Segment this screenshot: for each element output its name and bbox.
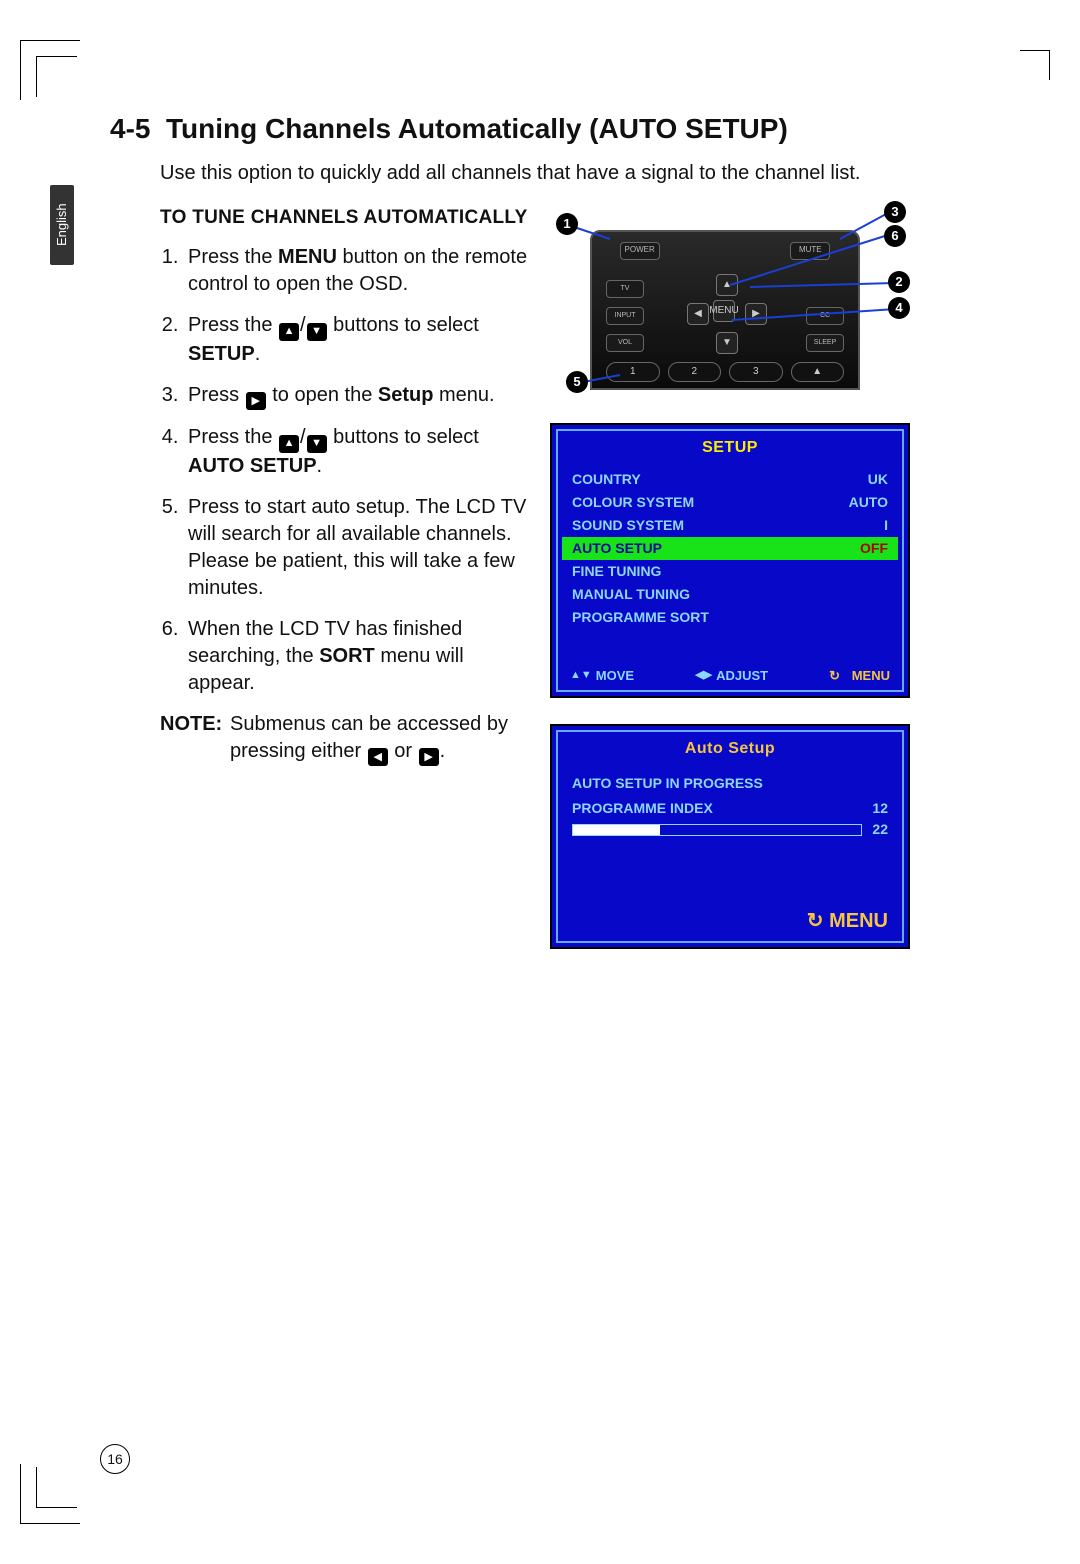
osd1-title: SETUP — [562, 437, 898, 459]
crop-mark-tr — [1020, 50, 1050, 80]
osd2-channel-value: 22 — [872, 820, 888, 839]
step-3: Press to open the Setup menu. — [184, 382, 530, 410]
mute-button: MUTE — [790, 242, 830, 260]
crop-mark-bl — [20, 1464, 80, 1524]
page-content: 4-5 Tuning Channels Automatically (AUTO … — [110, 110, 940, 975]
osd2-footer: ↻ MENU — [562, 902, 898, 937]
right-icon — [246, 392, 266, 410]
language-tab: English — [50, 185, 74, 265]
osd2-prog-label: PROGRAMME INDEX — [572, 799, 713, 818]
callout-2: 2 — [888, 271, 910, 293]
step-6: When the LCD TV has finished searching, … — [184, 616, 530, 697]
crop-mark-tl — [20, 40, 80, 100]
callout-3: 3 — [884, 201, 906, 223]
osd1-row-autosetup: AUTO SETUPOFF — [562, 537, 898, 560]
osd1-row-sound: SOUND SYSTEMI — [562, 514, 898, 537]
remote-num-1: 1 — [606, 362, 660, 382]
osd1-row-sort: PROGRAMME SORT — [562, 606, 898, 629]
osd2-title: Auto Setup — [562, 738, 898, 760]
note-label: NOTE: — [160, 711, 230, 766]
dpad-left: ◀ — [687, 303, 709, 325]
osd1-row-colour: COLOUR SYSTEMAUTO — [562, 491, 898, 514]
intro-text: Use this option to quickly add all chann… — [160, 160, 940, 187]
osd1-footer: ▲▼MOVE ◀▶ADJUST ↻ MENU — [562, 659, 898, 687]
cc-button: CC — [806, 307, 844, 325]
remote-body: POWER MUTE TV INPUT VOL CC SLEEP ▲ ▼ ◀ ▶… — [590, 230, 860, 390]
section-number: 4-5 — [110, 113, 150, 144]
osd1-row-country: COUNTRYUK — [562, 468, 898, 491]
input-button: INPUT — [606, 307, 644, 325]
osd1-row-manual: MANUAL TUNING — [562, 583, 898, 606]
power-button: POWER — [620, 242, 660, 260]
step-4: Press the / buttons to select AUTO SETUP… — [184, 424, 530, 479]
section-heading: 4-5 Tuning Channels Automatically (AUTO … — [110, 110, 940, 148]
dpad-right: ▶ — [745, 303, 767, 325]
step-2: Press the / buttons to select SETUP. — [184, 312, 530, 367]
osd2-progress-bar — [572, 824, 862, 836]
osd2-line1: AUTO SETUP IN PROGRESS — [572, 774, 888, 793]
page-number: 16 — [100, 1444, 130, 1474]
steps-list: Press the MENU button on the remote cont… — [184, 244, 530, 696]
up-icon — [279, 435, 299, 453]
dpad-up: ▲ — [716, 274, 738, 296]
osd-setup-menu: SETUP COUNTRYUK COLOUR SYSTEMAUTO SOUND … — [550, 423, 910, 698]
remote-num-up: ▲ — [791, 362, 845, 382]
right-column: 1 3 6 2 4 5 POWER MUTE TV INPUT VOL CC S… — [550, 205, 940, 975]
vol-button: VOL — [606, 334, 644, 352]
left-icon — [368, 748, 388, 766]
osd1-row-fine: FINE TUNING — [562, 560, 898, 583]
remote-num-3: 3 — [729, 362, 783, 382]
dpad-down: ▼ — [716, 332, 738, 354]
menu-button: MENU — [713, 300, 735, 322]
callout-6: 6 — [884, 225, 906, 247]
right-icon — [419, 748, 439, 766]
down-icon — [307, 435, 327, 453]
section-title-text: Tuning Channels Automatically (AUTO SETU… — [166, 113, 788, 144]
osd2-prog-value: 12 — [872, 799, 888, 818]
step-1: Press the MENU button on the remote cont… — [184, 244, 530, 298]
step-5: Press to start auto setup. The LCD TV wi… — [184, 494, 530, 602]
note: NOTE: Submenus can be accessed by pressi… — [160, 711, 530, 766]
sleep-button: SLEEP — [806, 334, 844, 352]
note-body: Submenus can be accessed by pressing eit… — [230, 711, 530, 766]
dpad: ▲ ▼ ◀ ▶ MENU — [687, 274, 767, 354]
remote-diagram: 1 3 6 2 4 5 POWER MUTE TV INPUT VOL CC S… — [550, 205, 910, 395]
osd-autosetup-progress: Auto Setup AUTO SETUP IN PROGRESS PROGRA… — [550, 724, 910, 948]
left-column: TO TUNE CHANNELS AUTOMATICALLY Press the… — [160, 205, 530, 975]
tv-button: TV — [606, 280, 644, 298]
callout-5: 5 — [566, 371, 588, 393]
up-icon — [279, 323, 299, 341]
callout-1: 1 — [556, 213, 578, 235]
remote-num-2: 2 — [668, 362, 722, 382]
down-icon — [307, 323, 327, 341]
procedure-heading: TO TUNE CHANNELS AUTOMATICALLY — [160, 205, 530, 231]
callout-4: 4 — [888, 297, 910, 319]
